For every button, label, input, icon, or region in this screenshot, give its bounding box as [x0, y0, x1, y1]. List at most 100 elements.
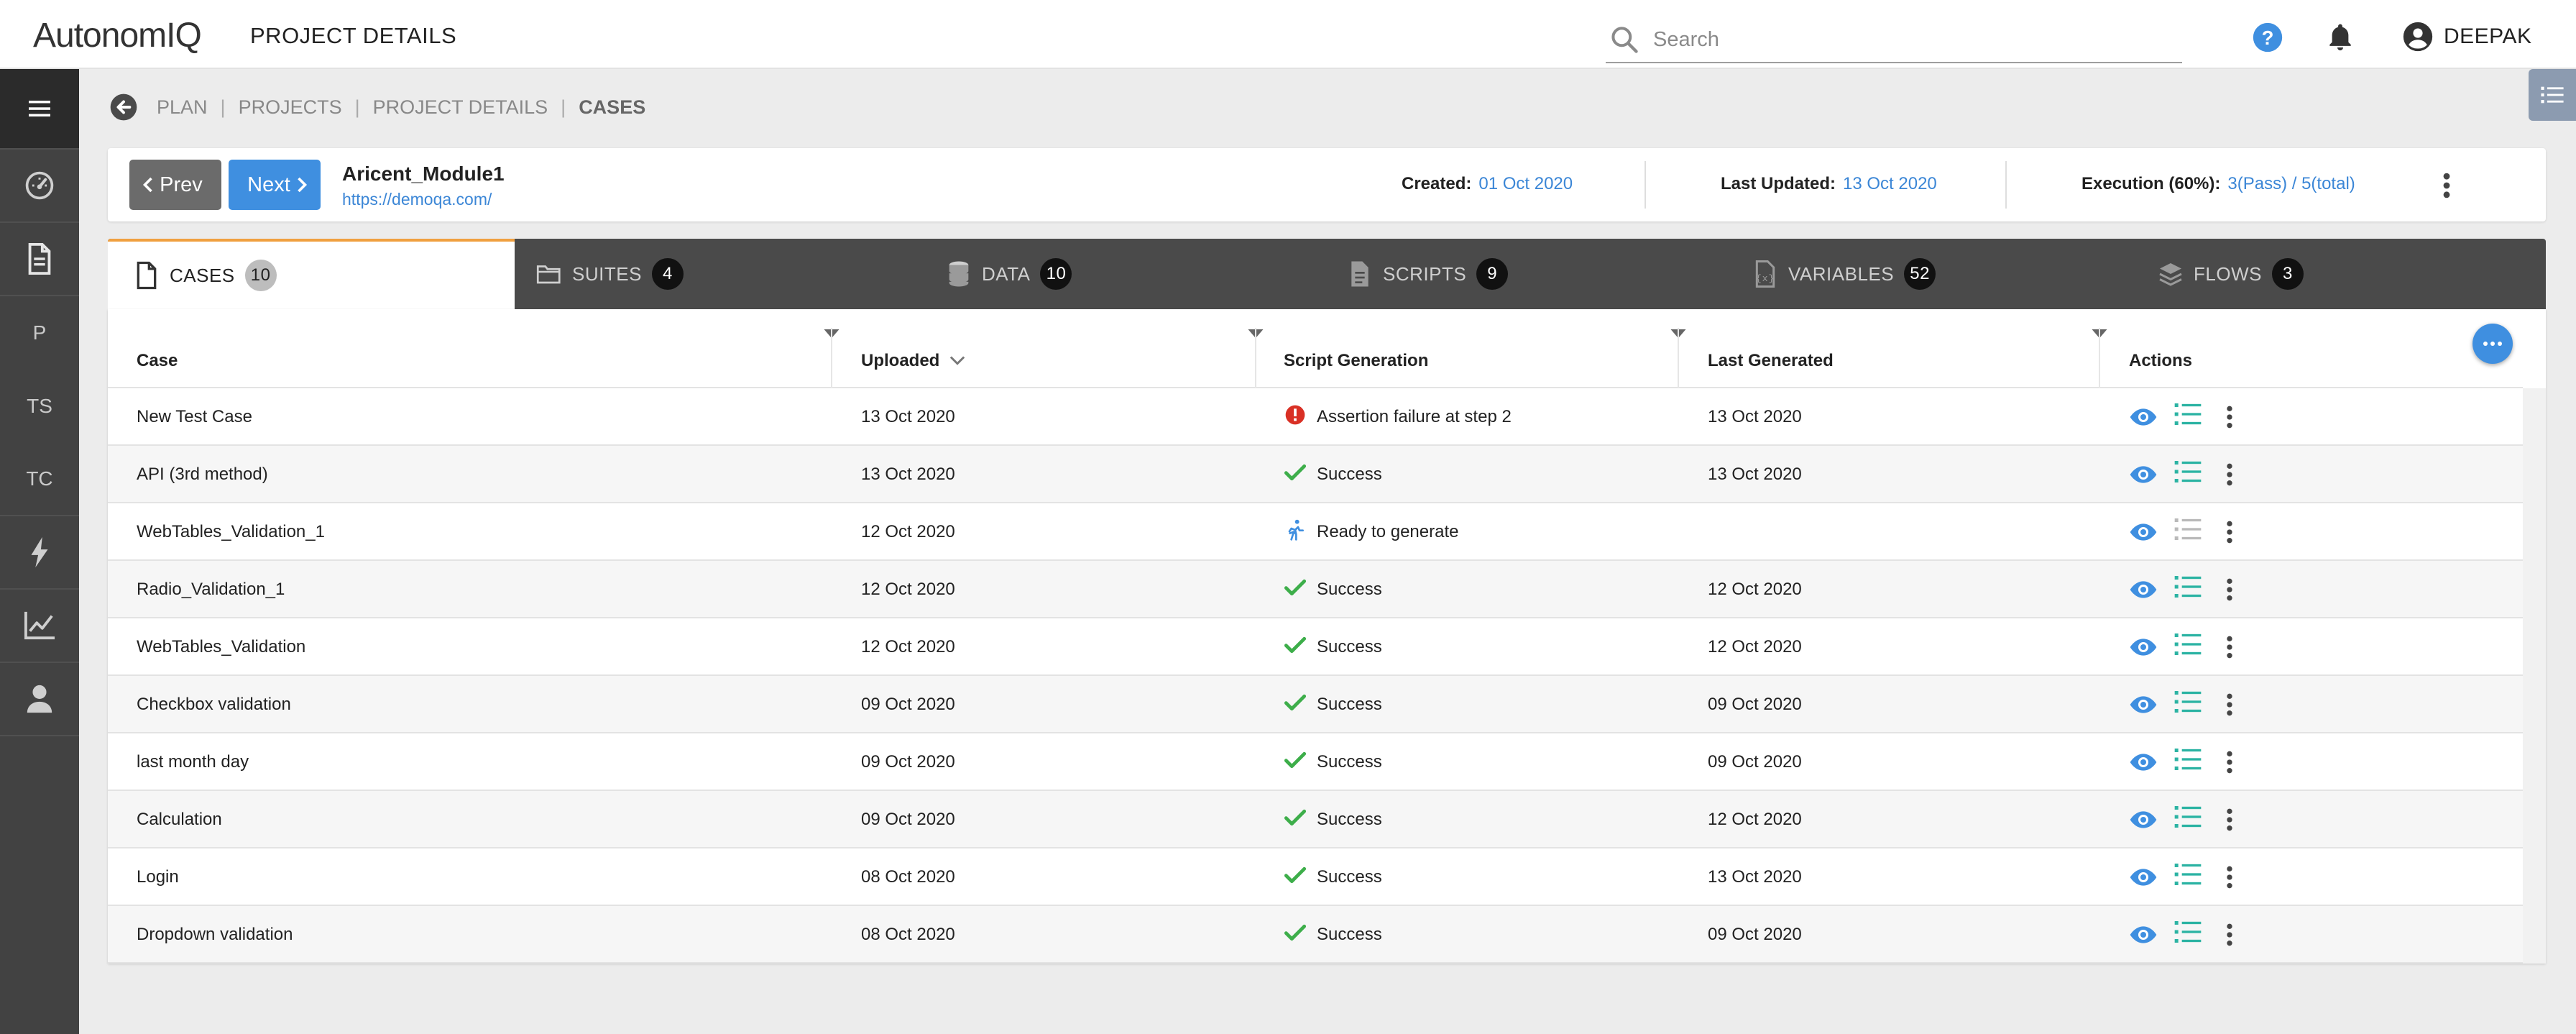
row-more-options-icon[interactable] — [2215, 805, 2244, 834]
table-options-button[interactable] — [2472, 324, 2513, 364]
cell-case-name[interactable]: Radio_Validation_1 — [137, 561, 285, 618]
table-row[interactable]: Radio_Validation_1 12 Oct 2020 Success 1… — [108, 561, 2523, 618]
table-row[interactable]: WebTables_Validation 12 Oct 2020 Success… — [108, 618, 2523, 676]
sidebar-item-execution[interactable] — [0, 516, 79, 590]
breadcrumb-project-details[interactable]: PROJECT DETAILS — [373, 96, 548, 119]
project-info-card: Prev Next Aricent_Module1 https://demoqa… — [108, 148, 2546, 221]
row-more-options-icon[interactable] — [2215, 920, 2244, 949]
divider — [1644, 161, 1646, 209]
steps-list-icon[interactable] — [2174, 400, 2202, 429]
sidebar-menu-toggle[interactable] — [0, 69, 79, 150]
search-bar[interactable] — [1606, 17, 2182, 63]
cell-case-name[interactable]: New Test Case — [137, 388, 252, 446]
view-eye-icon[interactable] — [2129, 805, 2158, 834]
left-sidebar: P TS TC — [0, 69, 79, 1034]
row-more-options-icon[interactable] — [2215, 863, 2244, 892]
tab-flows[interactable]: FLOWS 3 — [2158, 239, 2304, 309]
cell-case-name[interactable]: last month day — [137, 733, 249, 791]
steps-list-icon[interactable] — [2174, 860, 2202, 889]
column-resizer[interactable] — [1678, 328, 1679, 388]
tab-suites[interactable]: SUITES 4 — [536, 239, 684, 309]
sidebar-item-ts[interactable]: TS — [0, 370, 79, 443]
row-more-options-icon[interactable] — [2215, 690, 2244, 719]
cell-case-name[interactable]: WebTables_Validation_1 — [137, 503, 325, 561]
sidebar-item-p[interactable]: P — [0, 296, 79, 370]
column-resizer[interactable] — [1255, 328, 1256, 388]
view-eye-icon[interactable] — [2129, 518, 2158, 546]
table-row[interactable]: Login 08 Oct 2020 Success 13 Oct 2020 — [108, 848, 2523, 906]
row-more-options-icon[interactable] — [2215, 403, 2244, 431]
steps-list-icon[interactable] — [2174, 515, 2202, 544]
status-icon-slot — [1284, 864, 1317, 892]
cell-case-name[interactable]: Login — [137, 848, 179, 906]
back-arrow-icon[interactable] — [109, 93, 138, 122]
side-panel-toggle[interactable] — [2529, 69, 2576, 121]
column-header-uploaded[interactable]: Uploaded — [861, 351, 965, 371]
cell-case-name[interactable]: WebTables_Validation — [137, 618, 305, 676]
view-eye-icon[interactable] — [2129, 748, 2158, 777]
tab-variables[interactable]: {x} VARIABLES 52 — [1752, 239, 1936, 309]
status-text: Success — [1317, 637, 1382, 656]
table-row[interactable]: WebTables_Validation_1 12 Oct 2020 Ready… — [108, 503, 2523, 561]
row-more-options-icon[interactable] — [2215, 633, 2244, 662]
view-eye-icon[interactable] — [2129, 460, 2158, 489]
user-menu[interactable]: DEEPAK — [2402, 20, 2532, 53]
success-check-icon — [1284, 866, 1307, 883]
table-row[interactable]: Dropdown validation 08 Oct 2020 Success … — [108, 906, 2523, 964]
steps-list-icon[interactable] — [2174, 687, 2202, 716]
view-eye-icon[interactable] — [2129, 633, 2158, 662]
column-resizer[interactable] — [2099, 328, 2100, 388]
status-icon-slot — [1284, 921, 1317, 949]
cell-case-name[interactable]: API (3rd method) — [137, 446, 268, 503]
view-eye-icon[interactable] — [2129, 863, 2158, 892]
steps-list-icon[interactable] — [2174, 572, 2202, 601]
breadcrumb-plan[interactable]: PLAN — [157, 96, 208, 119]
table-row[interactable]: Checkbox validation 09 Oct 2020 Success … — [108, 676, 2523, 733]
table-row[interactable]: last month day 09 Oct 2020 Success 09 Oc… — [108, 733, 2523, 791]
steps-list-icon[interactable] — [2174, 918, 2202, 946]
column-header-case[interactable]: Case — [137, 351, 178, 371]
tab-scripts[interactable]: SCRIPTS 9 — [1347, 239, 1509, 309]
next-button[interactable]: Next — [229, 160, 321, 210]
execution-link[interactable]: 3(Pass) / 5(total) — [2227, 174, 2355, 193]
list-icon — [2541, 86, 2564, 104]
table-row[interactable]: API (3rd method) 13 Oct 2020 Success 13 … — [108, 446, 2523, 503]
steps-list-icon[interactable] — [2174, 745, 2202, 774]
row-more-options-icon[interactable] — [2215, 460, 2244, 489]
cell-case-name[interactable]: Dropdown validation — [137, 906, 293, 964]
sidebar-item-tc[interactable]: TC — [0, 443, 79, 516]
column-header-script-generation[interactable]: Script Generation — [1284, 351, 1428, 371]
table-row[interactable]: Calculation 09 Oct 2020 Success 12 Oct 2… — [108, 791, 2523, 848]
cell-case-name[interactable]: Calculation — [137, 791, 222, 848]
more-options-icon[interactable] — [2434, 170, 2460, 201]
sidebar-item-dashboard[interactable] — [0, 150, 79, 223]
sidebar-item-documents[interactable] — [0, 223, 79, 296]
cell-case-name[interactable]: Checkbox validation — [137, 676, 291, 733]
table-row[interactable]: New Test Case 13 Oct 2020 Assertion fail… — [108, 388, 2523, 446]
view-eye-icon[interactable] — [2129, 575, 2158, 604]
steps-list-icon[interactable] — [2174, 457, 2202, 486]
column-resizer[interactable] — [831, 328, 832, 388]
breadcrumb-projects[interactable]: PROJECTS — [239, 96, 342, 119]
sidebar-item-users[interactable] — [0, 663, 79, 736]
tab-data[interactable]: DATA 10 — [946, 239, 1072, 309]
notification-bell-icon[interactable] — [2324, 20, 2356, 53]
view-eye-icon[interactable] — [2129, 920, 2158, 949]
autonomiq-logo[interactable]: AutonomIQ — [33, 16, 202, 55]
tab-cases[interactable]: CASES 10 — [108, 239, 515, 309]
view-eye-icon[interactable] — [2129, 690, 2158, 719]
search-input[interactable] — [1653, 27, 2156, 52]
view-eye-icon[interactable] — [2129, 403, 2158, 431]
project-url-link[interactable]: https://demoqa.com/ — [342, 190, 492, 209]
row-more-options-icon[interactable] — [2215, 518, 2244, 546]
sidebar-item-reports[interactable] — [0, 590, 79, 663]
steps-list-icon[interactable] — [2174, 802, 2202, 831]
prev-button[interactable]: Prev — [129, 160, 221, 210]
table-scrollbar[interactable] — [2523, 388, 2546, 964]
sort-desc-icon — [950, 356, 965, 365]
column-header-last-generated[interactable]: Last Generated — [1708, 351, 1834, 371]
row-more-options-icon[interactable] — [2215, 748, 2244, 777]
steps-list-icon[interactable] — [2174, 630, 2202, 659]
help-icon[interactable]: ? — [2252, 22, 2283, 53]
row-more-options-icon[interactable] — [2215, 575, 2244, 604]
